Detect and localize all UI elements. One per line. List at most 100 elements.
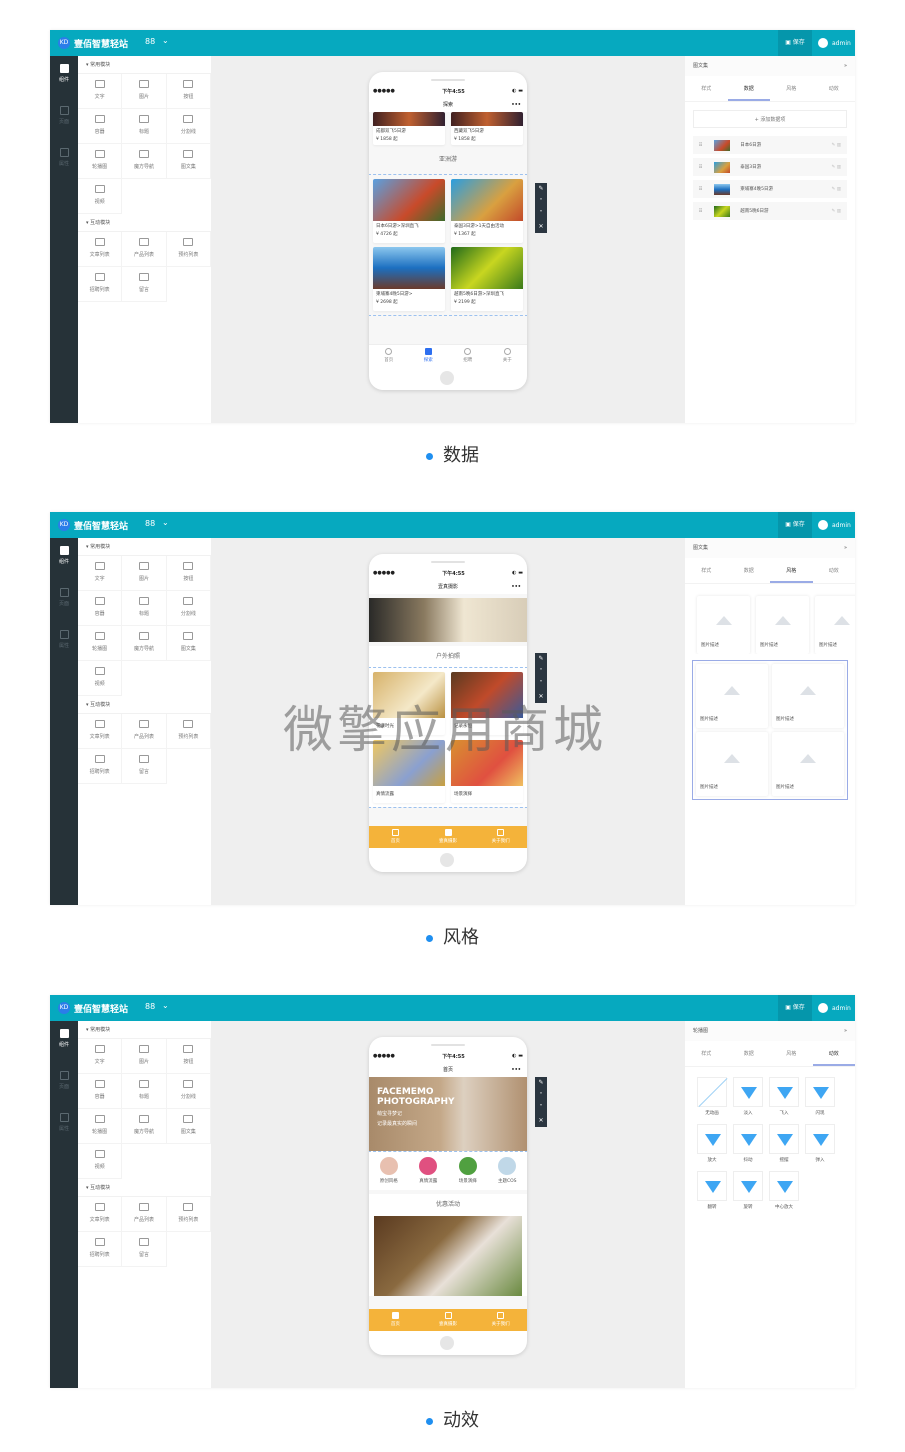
- move-up-icon[interactable]: ˄: [535, 1090, 547, 1103]
- move-down-icon[interactable]: ˅: [535, 208, 547, 221]
- rail-item-1[interactable]: 页面: [50, 1063, 78, 1105]
- rail-item-1[interactable]: 页面: [50, 98, 78, 140]
- drag-handle-icon[interactable]: ⠿: [699, 209, 702, 214]
- edit-delete-icons[interactable]: ✎ ▥: [832, 165, 841, 170]
- user-menu[interactable]: admin: [818, 1003, 851, 1013]
- tab-3[interactable]: 动效: [813, 1041, 856, 1066]
- data-item[interactable]: ⠿ 越南5晚6日游 ✎ ▥: [693, 202, 847, 220]
- component-item[interactable]: 留言: [122, 1232, 167, 1267]
- collapse-icon[interactable]: »: [844, 56, 847, 76]
- data-item[interactable]: ⠿ 日本6日游 ✎ ▥: [693, 136, 847, 154]
- edit-icon[interactable]: ✎: [535, 653, 547, 666]
- component-item[interactable]: 招聘列表: [78, 1232, 123, 1267]
- tabbar-item[interactable]: 关于: [488, 345, 528, 366]
- more-icon[interactable]: •••: [511, 98, 521, 112]
- group-header[interactable]: 互动模块: [78, 214, 211, 232]
- component-item[interactable]: 标题: [122, 591, 167, 626]
- component-item[interactable]: 视频: [78, 179, 123, 214]
- animation-option[interactable]: 摇摆: [769, 1124, 799, 1163]
- component-item[interactable]: 文字: [78, 1039, 123, 1074]
- component-item[interactable]: 标题: [122, 1074, 167, 1109]
- component-item[interactable]: 图文集: [166, 144, 211, 179]
- move-up-icon[interactable]: ˄: [535, 666, 547, 679]
- collapse-icon[interactable]: »: [844, 538, 847, 558]
- component-item[interactable]: 招聘列表: [78, 267, 123, 302]
- rail-item-2[interactable]: 属性: [50, 622, 78, 664]
- group-header[interactable]: 常用模块: [78, 1021, 211, 1039]
- trip-card[interactable]: 日本6日游>深圳直飞 ¥ 4726 起: [373, 179, 445, 243]
- icon-nav-item[interactable]: 场景演绎: [448, 1157, 488, 1184]
- animation-option[interactable]: 抖动: [733, 1124, 763, 1163]
- component-item[interactable]: 图文集: [166, 626, 211, 661]
- trip-card[interactable]: 西藏双飞5日游 ¥ 1858 起: [451, 112, 523, 145]
- move-down-icon[interactable]: ˅: [535, 678, 547, 691]
- component-item[interactable]: 按钮: [166, 556, 211, 591]
- component-item[interactable]: 按钮: [166, 74, 211, 109]
- save-button[interactable]: ▣ 保存: [778, 512, 812, 538]
- tabbar-item[interactable]: 壹真摄影: [422, 1309, 475, 1331]
- animation-option[interactable]: 中心放大: [769, 1171, 799, 1210]
- tabbar-item[interactable]: 首页: [369, 826, 422, 848]
- group-header[interactable]: 互动模块: [78, 1179, 211, 1197]
- animation-option[interactable]: 弹入: [805, 1124, 835, 1163]
- component-item[interactable]: 魔方导航: [122, 1109, 167, 1144]
- component-item[interactable]: 分割线: [166, 591, 211, 626]
- component-item[interactable]: 视频: [78, 1144, 123, 1179]
- drag-handle-icon[interactable]: ⠿: [699, 165, 702, 170]
- add-item-button[interactable]: + 添加数据项: [693, 110, 847, 128]
- component-item[interactable]: 文章列表: [78, 714, 123, 749]
- tab-2[interactable]: 风格: [770, 76, 813, 101]
- rail-item-0[interactable]: 组件: [50, 538, 78, 580]
- chevron-down-icon[interactable]: ⌄: [162, 36, 169, 45]
- data-item[interactable]: ⠿ 泰国3日游 ✎ ▥: [693, 158, 847, 176]
- tabbar-item[interactable]: 壹真摄影: [422, 826, 475, 848]
- animation-option[interactable]: 飞入: [769, 1077, 799, 1116]
- component-item[interactable]: 轮播图: [78, 144, 123, 179]
- component-item[interactable]: 分割线: [166, 109, 211, 144]
- tab-0[interactable]: 样式: [685, 76, 728, 101]
- edit-icon[interactable]: ✎: [535, 1077, 547, 1090]
- move-up-icon[interactable]: ˄: [535, 196, 547, 209]
- style-option[interactable]: 图片描述: [815, 596, 855, 654]
- tabbar-item[interactable]: 关于我们: [474, 826, 527, 848]
- style-option[interactable]: 图片描述: [756, 596, 809, 654]
- component-item[interactable]: 留言: [122, 267, 167, 302]
- tab-1[interactable]: 数据: [728, 558, 771, 583]
- tab-1[interactable]: 数据: [728, 1041, 771, 1066]
- tabbar-item[interactable]: 首页: [369, 345, 409, 366]
- save-button[interactable]: ▣ 保存: [778, 30, 812, 56]
- edit-icon[interactable]: ✎: [535, 183, 547, 196]
- tabbar-item[interactable]: 招聘: [448, 345, 488, 366]
- component-item[interactable]: 视频: [78, 661, 123, 696]
- animation-option[interactable]: 闪现: [805, 1077, 835, 1116]
- grid-icon[interactable]: 88: [145, 519, 155, 528]
- tab-2[interactable]: 风格: [770, 1041, 813, 1066]
- component-item[interactable]: 文字: [78, 74, 123, 109]
- component-item[interactable]: 文字: [78, 556, 123, 591]
- rail-item-0[interactable]: 组件: [50, 1021, 78, 1063]
- component-item[interactable]: 标题: [122, 109, 167, 144]
- component-item[interactable]: 魔方导航: [122, 144, 167, 179]
- component-item[interactable]: 分割线: [166, 1074, 211, 1109]
- icon-nav-item[interactable]: 主题COS: [488, 1157, 528, 1184]
- component-item[interactable]: 产品列表: [122, 1197, 167, 1232]
- component-item[interactable]: 容器: [78, 1074, 123, 1109]
- component-item[interactable]: 预约列表: [166, 232, 211, 267]
- component-item[interactable]: 容器: [78, 109, 123, 144]
- animation-option[interactable]: 旋转: [733, 1171, 763, 1210]
- animation-option[interactable]: 放大: [697, 1124, 727, 1163]
- component-item[interactable]: 轮播图: [78, 1109, 123, 1144]
- card-grid[interactable]: 日本6日游>深圳直飞 ¥ 4726 起 泰国3日游>1天自由活动 ¥ 1367 起柬埔…: [369, 174, 527, 316]
- delete-icon[interactable]: ✕: [535, 221, 547, 234]
- component-item[interactable]: 文章列表: [78, 232, 123, 267]
- component-item[interactable]: 招聘列表: [78, 749, 123, 784]
- component-item[interactable]: 按钮: [166, 1039, 211, 1074]
- promo-image[interactable]: [374, 1216, 522, 1296]
- component-item[interactable]: 容器: [78, 591, 123, 626]
- component-item[interactable]: 轮播图: [78, 626, 123, 661]
- component-item[interactable]: 魔方导航: [122, 626, 167, 661]
- group-header[interactable]: 常用模块: [78, 538, 211, 556]
- animation-option[interactable]: 淡入: [733, 1077, 763, 1116]
- tabbar-item[interactable]: 首页: [369, 1309, 422, 1331]
- grid-icon[interactable]: 88: [145, 37, 155, 46]
